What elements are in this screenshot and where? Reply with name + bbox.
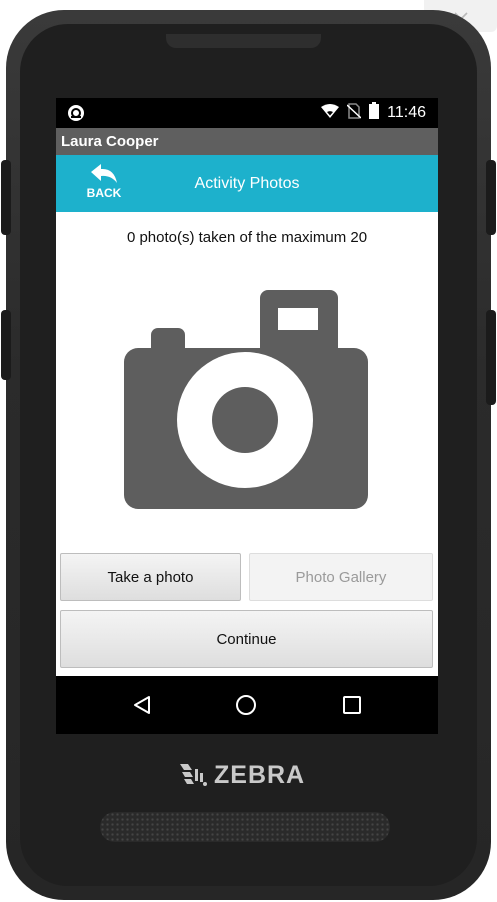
photo-count-text: 0 photo(s) taken of the maximum 20 xyxy=(126,229,368,246)
battery-icon xyxy=(369,102,380,124)
brand-logo: ZEBRA xyxy=(178,756,323,794)
user-name: Laura Cooper xyxy=(61,133,159,150)
camera-icon xyxy=(124,290,368,509)
zebra-head-icon xyxy=(180,764,207,786)
page-title: Activity Photos xyxy=(194,175,300,192)
title-bar: BACK Activity Photos xyxy=(56,155,438,212)
continue-button[interactable]: Continue xyxy=(60,610,433,668)
app-screen: 11:46 Laura Cooper BACK Activity Photos … xyxy=(56,98,438,734)
user-bar: Laura Cooper xyxy=(56,128,438,155)
status-bar: 11:46 xyxy=(56,98,438,128)
scan-button-right xyxy=(486,160,496,235)
nav-back-icon[interactable] xyxy=(130,693,154,717)
power-button xyxy=(486,310,496,405)
notification-icon xyxy=(67,104,85,127)
nav-home-icon[interactable] xyxy=(234,693,258,717)
nav-recent-apps-icon[interactable] xyxy=(340,693,364,717)
brand-name: ZEBRA xyxy=(214,760,306,789)
scan-button-left xyxy=(1,310,11,380)
earpiece-grille xyxy=(166,34,321,48)
clock: 11:46 xyxy=(387,104,426,121)
photo-gallery-button[interactable]: Photo Gallery xyxy=(249,553,433,601)
speaker-grille xyxy=(100,812,390,842)
no-sim-icon xyxy=(346,102,362,124)
volume-button xyxy=(1,160,11,235)
wifi-icon xyxy=(321,103,340,123)
take-photo-button[interactable]: Take a photo xyxy=(60,553,241,601)
navigation-bar xyxy=(56,676,438,734)
